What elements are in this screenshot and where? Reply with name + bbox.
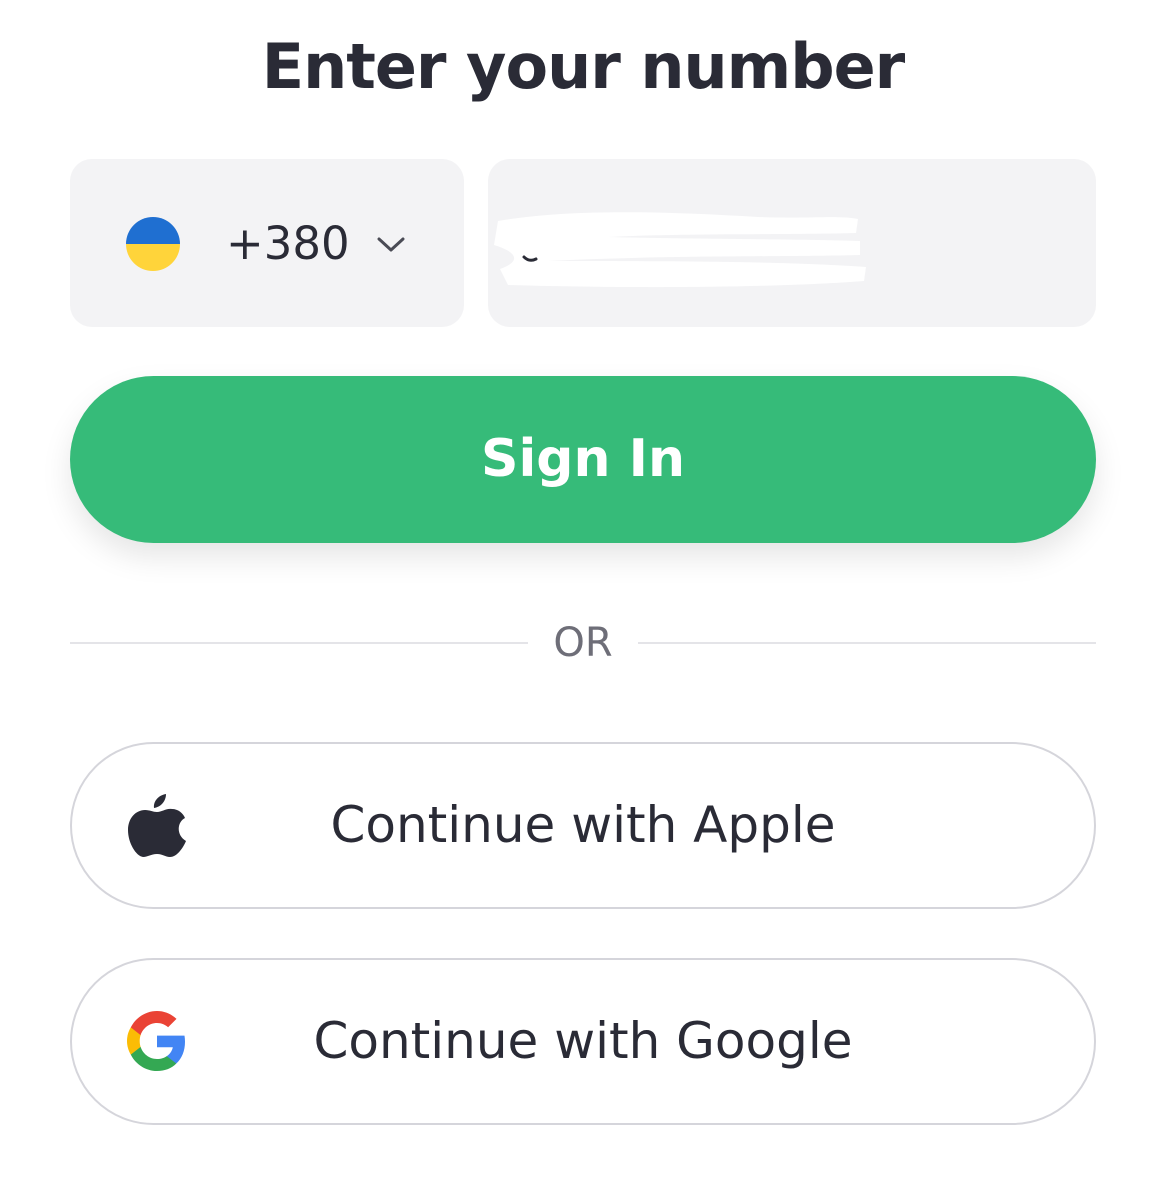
divider-line-left: [70, 642, 528, 644]
or-divider-label: OR: [553, 620, 613, 666]
ukraine-flag-icon: [126, 217, 180, 271]
google-button-label: Continue with Google: [313, 1012, 853, 1070]
country-code-select[interactable]: +380: [70, 159, 464, 327]
continue-with-apple-button[interactable]: Continue with Apple: [70, 742, 1096, 909]
page-title: Enter your number: [261, 30, 906, 103]
chevron-down-icon: [377, 237, 405, 252]
phone-number-field[interactable]: [488, 159, 1096, 327]
divider-line-right: [638, 642, 1096, 644]
continue-with-google-button[interactable]: Continue with Google: [70, 958, 1096, 1125]
sign-in-button[interactable]: Sign In: [70, 376, 1096, 543]
phone-number-input[interactable]: [488, 159, 1096, 327]
dial-code: +380: [226, 217, 350, 270]
apple-button-label: Continue with Apple: [330, 796, 836, 854]
